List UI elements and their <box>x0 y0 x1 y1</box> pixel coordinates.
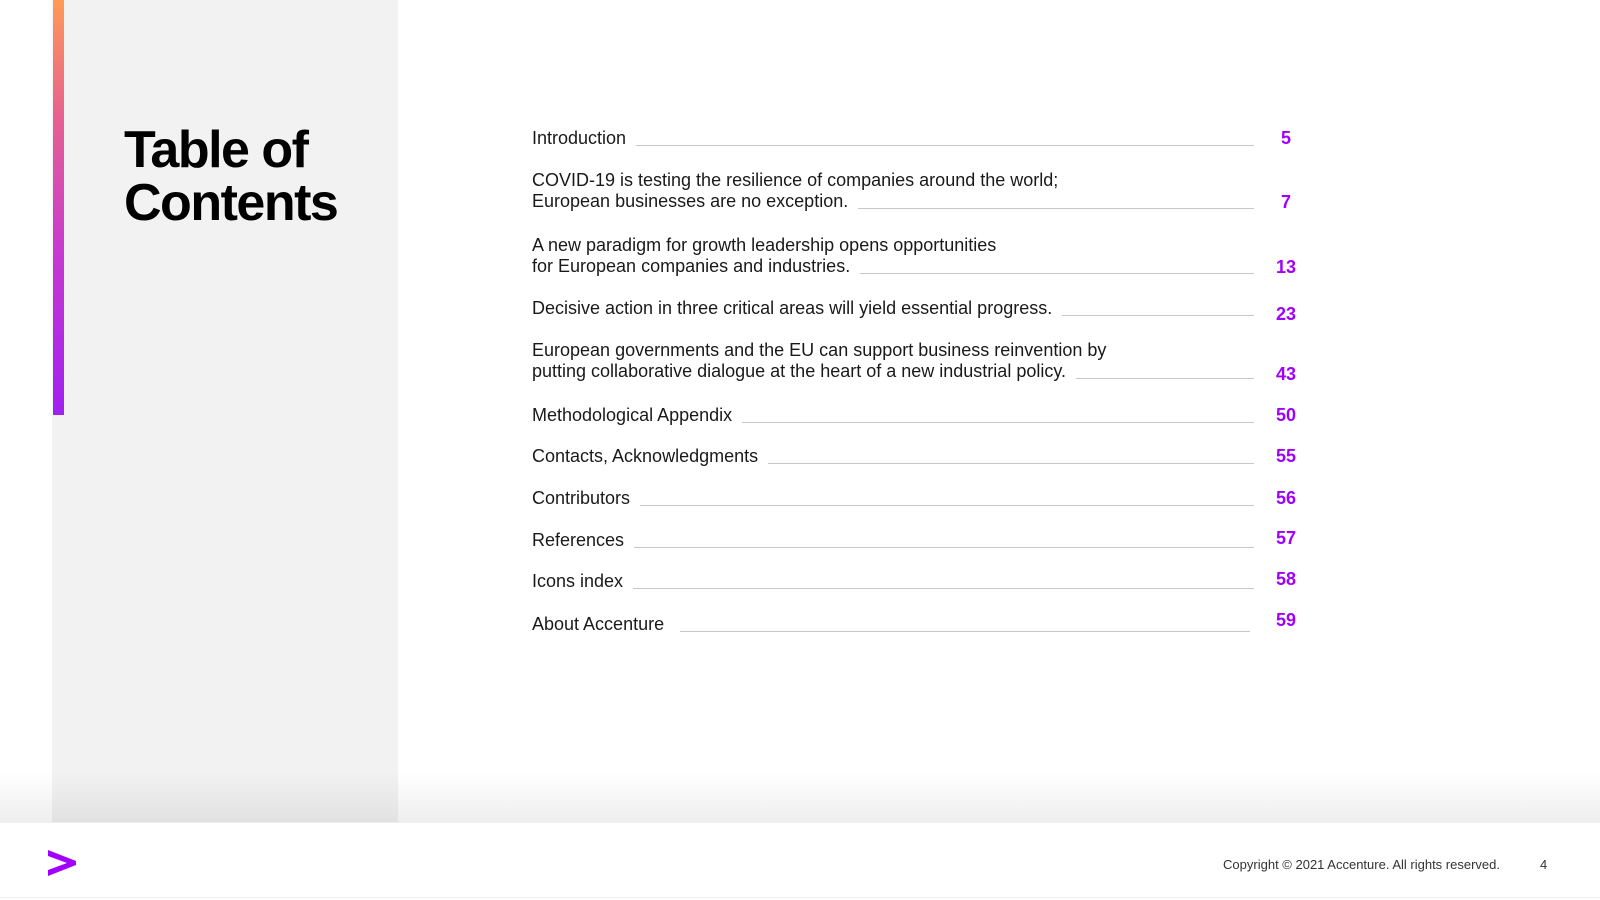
toc-page-number[interactable]: 50 <box>1266 405 1306 426</box>
toc-leader-line <box>634 547 1254 548</box>
toc-entry-label: Contacts, Acknowledgments <box>532 446 759 466</box>
toc-page-number[interactable]: 56 <box>1266 488 1306 509</box>
toc-entry-label: Decisive action in three critical areas … <box>532 298 1053 318</box>
toc-page-number[interactable]: 7 <box>1266 192 1306 213</box>
footer-page-number: 4 <box>1540 857 1548 872</box>
footer-divider <box>0 897 1600 898</box>
toc-leader-line <box>680 631 1250 632</box>
toc-entry-about-accenture[interactable]: About Accenture 59 <box>532 610 1306 635</box>
toc-entry-label: Icons index <box>532 571 624 591</box>
toc-entry-label: References <box>532 530 625 550</box>
accent-gradient-bar <box>53 0 64 415</box>
toc-page-number[interactable]: 5 <box>1266 128 1306 149</box>
toc-page-number[interactable]: 13 <box>1266 257 1306 278</box>
toc-page-number[interactable]: 55 <box>1266 446 1306 467</box>
accenture-greater-than-logo-icon <box>48 850 76 876</box>
toc-page-number[interactable]: 43 <box>1266 364 1306 385</box>
toc-entry-label: European governments and the EU can supp… <box>532 340 1107 360</box>
toc-entry-introduction[interactable]: Introduction 5 <box>532 128 1306 149</box>
toc-leader-line <box>633 588 1254 589</box>
title-line-1: Table of <box>124 121 309 179</box>
toc-entry-label: About Accenture <box>532 614 665 634</box>
toc-entry-decisive-action[interactable]: Decisive action in three critical areas … <box>532 298 1306 324</box>
toc-page-number[interactable]: 58 <box>1266 569 1306 590</box>
toc-entry-icons-index[interactable]: Icons index 58 <box>532 569 1306 592</box>
toc-leader-line <box>636 145 1254 146</box>
toc-entry-label-cont: European businesses are no exception. <box>532 191 849 211</box>
toc-entry-label: Methodological Appendix <box>532 405 733 425</box>
toc-entry-eu-support[interactable]: European governments and the EU can supp… <box>532 340 1306 385</box>
toc-leader-line <box>742 422 1254 423</box>
toc-entry-methodological-appendix[interactable]: Methodological Appendix 50 <box>532 405 1306 426</box>
page-title: Table of Contents <box>124 121 339 232</box>
title-line-2: Contents <box>124 174 339 232</box>
toc-entry-label: Contributors <box>532 488 631 508</box>
toc-entry-growth-leadership[interactable]: A new paradigm for growth leadership ope… <box>532 235 1306 277</box>
toc-leader-line <box>860 273 1254 274</box>
toc-leader-line <box>1062 315 1254 316</box>
toc-entry-label-cont: putting collaborative dialogue at the he… <box>532 361 1066 381</box>
toc-leader-line <box>1076 378 1254 379</box>
toc-leader-line <box>768 463 1254 464</box>
toc-entry-contacts[interactable]: Contacts, Acknowledgments 55 <box>532 446 1306 467</box>
toc-leader-line <box>858 208 1254 209</box>
toc-page-number[interactable]: 59 <box>1266 610 1306 631</box>
toc-entry-label: A new paradigm for growth leadership ope… <box>532 235 997 255</box>
copyright-text: Copyright © 2021 Accenture. All rights r… <box>1223 857 1500 872</box>
toc-entry-label: Introduction <box>532 128 627 148</box>
toc-entry-covid-resilience[interactable]: COVID-19 is testing the resilience of co… <box>532 170 1306 212</box>
toc-entry-label-cont: for European companies and industries. <box>532 256 851 276</box>
toc-entry-references[interactable]: References 57 <box>532 528 1306 551</box>
toc-leader-line <box>640 505 1254 506</box>
toc-page-number[interactable]: 57 <box>1266 528 1306 549</box>
toc-page-number[interactable]: 23 <box>1266 304 1306 325</box>
footer-shadow <box>0 772 1600 824</box>
toc-entry-label: COVID-19 is testing the resilience of co… <box>532 170 1059 190</box>
toc-entry-contributors[interactable]: Contributors 56 <box>532 488 1306 509</box>
